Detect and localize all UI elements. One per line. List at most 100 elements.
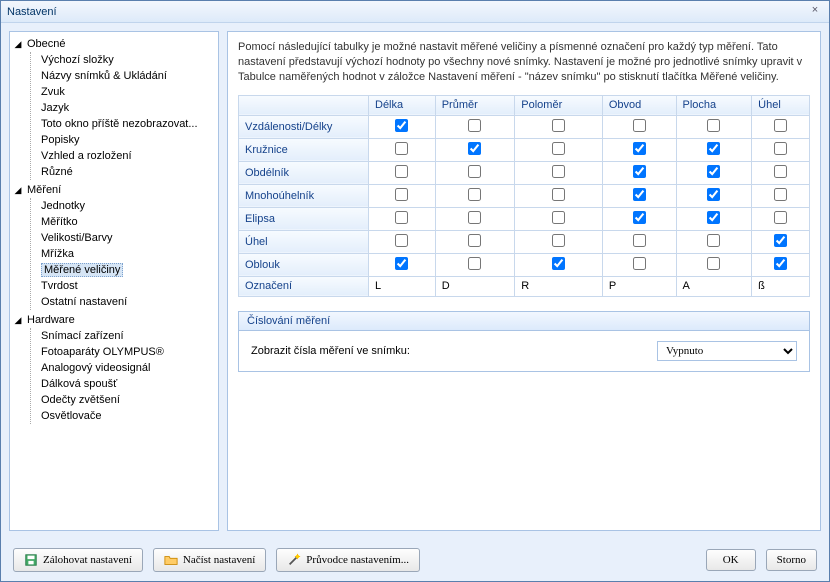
measure-checkbox[interactable] [633, 119, 646, 132]
tree-item-label: Analogový videosignál [41, 362, 150, 374]
measure-checkbox[interactable] [552, 257, 565, 270]
measure-checkbox[interactable] [774, 211, 787, 224]
label-cell[interactable]: L [369, 276, 436, 296]
measure-checkbox[interactable] [395, 142, 408, 155]
measure-checkbox[interactable] [707, 211, 720, 224]
measure-checkbox[interactable] [774, 119, 787, 132]
measure-checkbox[interactable] [552, 119, 565, 132]
tree-item[interactable]: Fotoaparáty OLYMPUS® [41, 344, 216, 360]
measure-checkbox[interactable] [774, 188, 787, 201]
measure-checkbox[interactable] [468, 165, 481, 178]
tree-item[interactable]: Různé [41, 164, 216, 180]
tree-item[interactable]: Osvětlovače [41, 408, 216, 424]
tree-item[interactable]: Jednotky [41, 198, 216, 214]
column-header: Průměr [435, 95, 515, 115]
measure-checkbox[interactable] [774, 142, 787, 155]
tree-item[interactable]: Zvuk [41, 84, 216, 100]
label-cell[interactable]: P [602, 276, 676, 296]
measure-checkbox[interactable] [395, 211, 408, 224]
tree-item[interactable]: Velikosti/Barvy [41, 230, 216, 246]
label-cell[interactable]: R [515, 276, 603, 296]
settings-window: Nastavení × ◢ObecnéVýchozí složkyNázvy s… [0, 0, 830, 582]
measure-checkbox[interactable] [707, 165, 720, 178]
measure-checkbox[interactable] [774, 165, 787, 178]
tree-item[interactable]: Názvy snímků & Ukládání [41, 68, 216, 84]
row-label: Mnohoúhelník [239, 184, 369, 207]
measure-checkbox[interactable] [707, 234, 720, 247]
tree-group[interactable]: ◢Měření [12, 184, 216, 196]
measure-checkbox[interactable] [633, 257, 646, 270]
measure-checkbox[interactable] [707, 142, 720, 155]
tree-item-label: Názvy snímků & Ukládání [41, 70, 167, 82]
table-row: Kružnice [239, 138, 810, 161]
measure-checkbox[interactable] [633, 165, 646, 178]
table-row: Obdélník [239, 161, 810, 184]
measure-checkbox[interactable] [707, 188, 720, 201]
measure-checkbox[interactable] [395, 165, 408, 178]
label-cell[interactable]: D [435, 276, 515, 296]
save-icon [24, 553, 38, 567]
measure-checkbox[interactable] [468, 234, 481, 247]
tree-item[interactable]: Měřítko [41, 214, 216, 230]
tree-item[interactable]: Dálková spoušť [41, 376, 216, 392]
measure-checkbox[interactable] [468, 257, 481, 270]
tree-group-label: Měření [27, 184, 61, 196]
row-label: Obdélník [239, 161, 369, 184]
tree-item[interactable]: Ostatní nastavení [41, 294, 216, 310]
tree-item[interactable]: Odečty zvětšení [41, 392, 216, 408]
tree-item[interactable]: Analogový videosignál [41, 360, 216, 376]
measure-checkbox[interactable] [395, 234, 408, 247]
measure-checkbox[interactable] [774, 257, 787, 270]
close-icon[interactable]: × [807, 4, 823, 20]
collapse-icon[interactable]: ◢ [12, 315, 24, 326]
measure-checkbox[interactable] [468, 211, 481, 224]
collapse-icon[interactable]: ◢ [12, 39, 24, 50]
measure-checkbox[interactable] [707, 119, 720, 132]
window-title: Nastavení [7, 6, 807, 18]
tree-item[interactable]: Mřížka [41, 246, 216, 262]
numbering-select[interactable]: Vypnuto [657, 341, 797, 361]
load-button[interactable]: Načíst nastavení [153, 548, 266, 572]
tree-item-label: Mřížka [41, 248, 74, 260]
measure-checkbox[interactable] [552, 165, 565, 178]
collapse-icon[interactable]: ◢ [12, 185, 24, 196]
measurements-table: DélkaPrůměrPoloměrObvodPlochaÚhel Vzdále… [238, 95, 810, 297]
measure-checkbox[interactable] [552, 211, 565, 224]
tree-item[interactable]: Výchozí složky [41, 52, 216, 68]
row-label: Kružnice [239, 138, 369, 161]
tree-item[interactable]: Snímací zařízení [41, 328, 216, 344]
measure-checkbox[interactable] [468, 119, 481, 132]
measure-checkbox[interactable] [633, 211, 646, 224]
column-header: Obvod [602, 95, 676, 115]
backup-button[interactable]: Zálohovat nastavení [13, 548, 143, 572]
measure-checkbox[interactable] [395, 257, 408, 270]
tree-item[interactable]: Vzhled a rozložení [41, 148, 216, 164]
folder-open-icon [164, 553, 178, 567]
tree-group[interactable]: ◢Hardware [12, 314, 216, 326]
label-cell[interactable]: A [676, 276, 752, 296]
measure-checkbox[interactable] [552, 142, 565, 155]
measure-checkbox[interactable] [774, 234, 787, 247]
tree-group-label: Obecné [27, 38, 66, 50]
measure-checkbox[interactable] [468, 142, 481, 155]
measure-checkbox[interactable] [633, 234, 646, 247]
wizard-button[interactable]: Průvodce nastavením... [276, 548, 420, 572]
measure-checkbox[interactable] [707, 257, 720, 270]
measure-checkbox[interactable] [395, 188, 408, 201]
tree-item[interactable]: Toto okno příště nezobrazovat... [41, 116, 216, 132]
measure-checkbox[interactable] [633, 188, 646, 201]
measure-checkbox[interactable] [395, 119, 408, 132]
measure-checkbox[interactable] [633, 142, 646, 155]
sidebar-tree[interactable]: ◢ObecnéVýchozí složkyNázvy snímků & Uklá… [9, 31, 219, 531]
measure-checkbox[interactable] [468, 188, 481, 201]
tree-item[interactable]: Popisky [41, 132, 216, 148]
ok-button[interactable]: OK [706, 549, 756, 571]
cancel-button[interactable]: Storno [766, 549, 817, 571]
measure-checkbox[interactable] [552, 234, 565, 247]
tree-item[interactable]: Tvrdost [41, 278, 216, 294]
tree-item[interactable]: Jazyk [41, 100, 216, 116]
tree-item[interactable]: Měřené veličiny [41, 262, 216, 278]
label-cell[interactable]: ß [752, 276, 810, 296]
measure-checkbox[interactable] [552, 188, 565, 201]
tree-group[interactable]: ◢Obecné [12, 38, 216, 50]
